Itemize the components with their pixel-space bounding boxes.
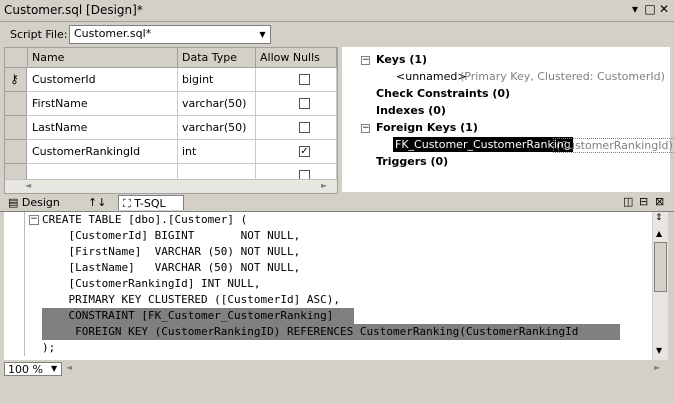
code-line: [CustomerRankingId] INT NULL,	[42, 277, 261, 290]
maximize-icon[interactable]: □	[643, 2, 657, 16]
code-line: [CustomerId] BIGINT NOT NULL,	[42, 229, 301, 242]
outline-line	[24, 212, 25, 356]
code-line: );	[42, 341, 56, 354]
cell-datatype[interactable]: varchar(50)	[178, 92, 256, 116]
allow-nulls-checkbox-checked[interactable]: ✓	[299, 146, 310, 157]
split-handle-icon[interactable]: ⇕	[655, 213, 663, 223]
column-header-allownulls[interactable]: Allow Nulls	[256, 48, 337, 68]
code-line: [LastName] VARCHAR (50) NOT NULL,	[42, 261, 301, 274]
tab-design-label: Design	[21, 196, 60, 209]
cell-name[interactable]: FirstName	[28, 92, 178, 116]
tsql-icon: ⛶	[123, 197, 131, 210]
horizontal-split-icon[interactable]: ◫	[623, 195, 633, 208]
foreign-key-item-selected[interactable]: FK_Customer_CustomerRanking	[393, 137, 573, 152]
swap-panes-button[interactable]: ↑↓	[84, 195, 112, 210]
table-properties-panel: − Keys (1) <unnamed> (Primary Key, Clust…	[342, 47, 674, 192]
code-line: PRIMARY KEY CLUSTERED ([CustomerId] ASC)…	[42, 293, 341, 306]
dropdown-icon[interactable]: ▾	[628, 2, 642, 16]
window-title: Customer.sql [Design]*	[4, 3, 143, 17]
primary-key-icon: ⚷	[10, 72, 19, 86]
triggers-node[interactable]: Triggers (0)	[376, 155, 448, 168]
allow-nulls-checkbox[interactable]	[299, 98, 310, 109]
cell-datatype[interactable]: int	[178, 140, 256, 164]
tsql-editor[interactable]: − CREATE TABLE [dbo].[Customer] ( [Custo…	[4, 212, 652, 360]
columns-grid: Name Data Type Allow Nulls ⚷ CustomerId …	[4, 47, 338, 194]
cell-datatype[interactable]: bigint	[178, 68, 256, 92]
vertical-split-icon[interactable]: ⊟	[639, 195, 648, 208]
editor-status-bar: 100 % ▼ ◄ ►	[4, 361, 668, 378]
script-file-value: Customer.sql*	[74, 27, 152, 40]
collapse-icon[interactable]: −	[361, 124, 370, 133]
grid-corner	[5, 48, 28, 68]
keys-node[interactable]: Keys (1)	[376, 53, 427, 66]
row-selector[interactable]	[5, 92, 27, 116]
close-icon[interactable]: ✕	[657, 2, 671, 16]
cell-name[interactable]: LastName	[28, 116, 178, 140]
code-line-highlighted: FOREIGN KEY (CustomerRankingID) REFERENC…	[42, 324, 620, 340]
title-bar: Customer.sql [Design]* ▾ □ ✕	[0, 0, 674, 22]
design-icon: ▤	[8, 196, 19, 209]
cell-allownulls: ✓	[256, 140, 337, 164]
tab-tsql-label: T-SQL	[134, 197, 166, 210]
outline-collapse-icon[interactable]: −	[29, 215, 39, 225]
scroll-up-icon[interactable]: ▲	[656, 229, 662, 238]
code-line: [FirstName] VARCHAR (50) NOT NULL,	[42, 245, 301, 258]
foreign-keys-node[interactable]: Foreign Keys (1)	[376, 121, 478, 134]
column-header-datatype[interactable]: Data Type	[178, 48, 256, 68]
zoom-value: 100 %	[8, 363, 43, 376]
row-selector[interactable]: ⚷	[5, 68, 27, 92]
scroll-left-icon[interactable]: ◄	[66, 363, 72, 372]
scroll-right-icon[interactable]: ►	[654, 363, 660, 372]
primary-key-desc: (Primary Key, Clustered: CustomerId)	[460, 70, 665, 83]
check-constraints-node[interactable]: Check Constraints (0)	[376, 87, 510, 100]
tab-tsql[interactable]: ⛶ T-SQL	[118, 195, 184, 210]
row-selector[interactable]	[5, 140, 27, 164]
code-line: CREATE TABLE [dbo].[Customer] (	[42, 213, 248, 226]
pane-tab-bar: ▤ Design ↑↓ ⛶ T-SQL ◫ ⊟ ⊠	[0, 194, 674, 212]
allow-nulls-checkbox[interactable]	[299, 74, 310, 85]
chevron-down-icon[interactable]: ▼	[51, 364, 57, 373]
column-header-name[interactable]: Name	[28, 48, 178, 68]
cell-allownulls	[256, 92, 337, 116]
script-file-select[interactable]: Customer.sql* ▼	[69, 25, 271, 44]
script-file-label: Script File:	[10, 28, 68, 41]
code-line-highlighted: CONSTRAINT [FK_Customer_CustomerRanking]	[42, 308, 354, 324]
editor-vertical-scrollbar[interactable]: ⇕ ▲ ▼	[653, 212, 668, 360]
scroll-left-icon[interactable]: ◄	[25, 181, 31, 190]
primary-key-item[interactable]: <unnamed>	[396, 70, 467, 83]
collapse-pane-icon[interactable]: ⊠	[655, 195, 664, 208]
indexes-node[interactable]: Indexes (0)	[376, 104, 446, 117]
grid-horizontal-scrollbar[interactable]: ◄ ►	[5, 179, 337, 193]
scroll-thumb[interactable]	[654, 242, 667, 292]
cell-allownulls	[256, 116, 337, 140]
collapse-icon[interactable]: −	[361, 56, 370, 65]
row-selector[interactable]	[5, 116, 27, 140]
cell-allownulls	[256, 68, 337, 92]
chevron-down-icon[interactable]: ▼	[255, 26, 270, 43]
zoom-select[interactable]: 100 % ▼	[4, 362, 62, 376]
allow-nulls-checkbox[interactable]	[299, 122, 310, 133]
tab-design[interactable]: ▤ Design	[4, 195, 74, 210]
foreign-key-desc: (CustomerRankingId)	[553, 138, 674, 153]
cell-datatype[interactable]: varchar(50)	[178, 116, 256, 140]
cell-name[interactable]: CustomerRankingId	[28, 140, 178, 164]
scroll-down-icon[interactable]: ▼	[656, 346, 662, 355]
cell-name[interactable]: CustomerId	[28, 68, 178, 92]
scroll-right-icon[interactable]: ►	[321, 181, 327, 190]
